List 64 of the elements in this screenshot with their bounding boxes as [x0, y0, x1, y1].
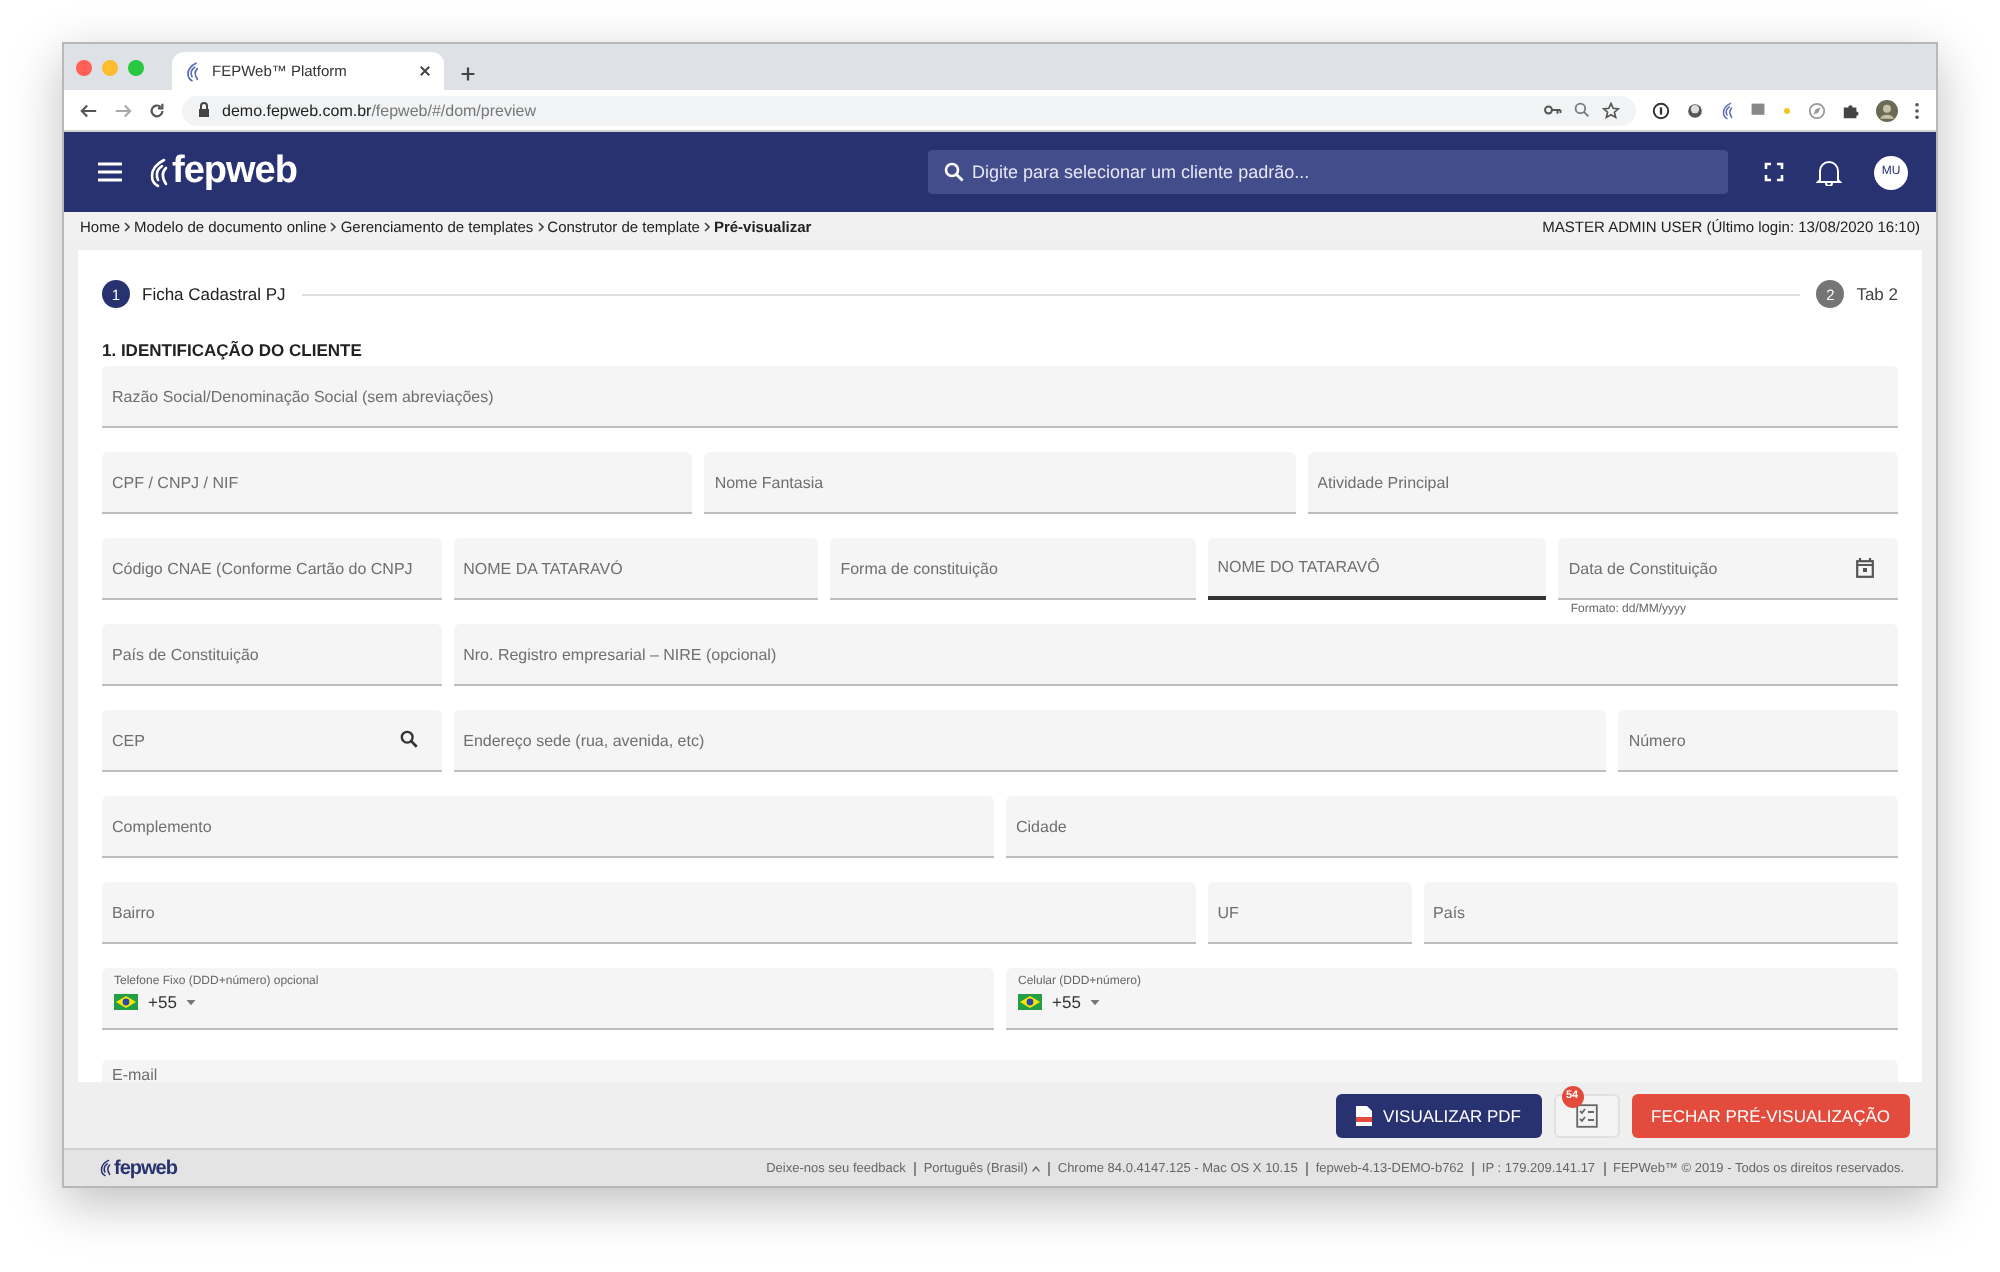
close-preview-button[interactable]: FECHAR PRÉ-VISUALIZAÇÃO — [1631, 1093, 1910, 1137]
search-field[interactable]: Digite para selecionar um cliente padrão... — [928, 150, 1728, 194]
dial-code: +55 — [148, 992, 177, 1012]
step-tab[interactable]: Ficha Cadastral PJ — [142, 284, 286, 304]
profile-avatar-icon[interactable] — [1876, 99, 1898, 121]
input-field[interactable]: Nome Fantasia — [704, 452, 1296, 514]
input-field[interactable]: País de Constituição — [102, 624, 442, 686]
fullscreen-icon[interactable] — [1764, 162, 1784, 182]
checklist-icon — [1575, 1102, 1597, 1128]
view-pdf-button[interactable]: VISUALIZAR PDF — [1335, 1093, 1541, 1137]
lock-icon — [198, 102, 210, 118]
input-field[interactable]: Código CNAE (Conforme Cartão do CNPJ — [102, 538, 442, 600]
address-field[interactable]: demo.fepweb.com.br/fepweb/#/dom/preview — [182, 95, 1636, 125]
calendar-icon[interactable] — [1856, 558, 1874, 578]
input-field[interactable]: Forma de constituição — [830, 538, 1196, 600]
reload-icon[interactable] — [148, 101, 166, 119]
section-title: 1. IDENTIFICAÇÃO DO CLIENTE — [102, 338, 364, 362]
pdf-file-icon — [1355, 1105, 1372, 1125]
chevron-icon — [537, 221, 544, 231]
compass-icon[interactable] — [1808, 101, 1826, 119]
search-icon[interactable] — [399, 730, 418, 748]
star-icon[interactable] — [1602, 101, 1620, 119]
more-vertical-icon[interactable] — [1914, 101, 1920, 119]
caret-icon[interactable] — [1090, 999, 1101, 1005]
flag-icon[interactable] — [1018, 994, 1042, 1010]
flag-icon[interactable] — [114, 994, 138, 1010]
input-field[interactable]: País — [1423, 882, 1898, 944]
close-icon[interactable] — [418, 64, 432, 78]
plus-icon[interactable] — [460, 66, 476, 82]
logo-text: fepweb — [172, 150, 297, 194]
input-field[interactable]: Atividade Principal — [1307, 452, 1898, 514]
logo-text: fepweb — [114, 1157, 177, 1179]
input-field[interactable]: E-mail — [102, 1059, 1898, 1082]
key-icon[interactable] — [1544, 104, 1562, 116]
input-field[interactable]: Endereço sede (rua, avenida, etc) — [453, 710, 1607, 772]
input-field[interactable]: UF — [1207, 882, 1412, 944]
square-icon[interactable] — [1750, 102, 1766, 118]
date-field[interactable]: Data de Constituição — [1558, 538, 1898, 600]
input-field[interactable]: CEP — [102, 710, 442, 772]
search-icon — [944, 162, 964, 182]
circle-icon[interactable] — [1686, 101, 1704, 119]
input-field[interactable]: Bairro — [102, 882, 1196, 944]
zoom-icon[interactable] — [1574, 102, 1590, 118]
step-tab[interactable]: Tab 2 — [1856, 284, 1898, 304]
caret-icon[interactable] — [186, 999, 197, 1005]
input-field[interactable]: Razão Social/Denominação Social (sem abreviações) — [102, 366, 1898, 428]
back-arrow-icon[interactable] — [80, 101, 98, 119]
input-field[interactable]: Complemento — [102, 796, 994, 858]
caret-up-icon[interactable] — [1031, 1165, 1040, 1171]
input-field[interactable]: Nro. Registro empresarial – NIRE (opcional) — [453, 624, 1898, 686]
input-field[interactable]: Cidade — [1006, 796, 1898, 858]
menu-icon[interactable] — [98, 162, 122, 182]
chevron-icon — [330, 221, 337, 231]
puzzle-icon[interactable] — [1842, 101, 1860, 119]
input-field[interactable]: NOME DO TATARAVÔ — [1207, 538, 1547, 600]
input-field[interactable]: NOME DA TATARAVÓ — [453, 538, 819, 600]
dot-icon[interactable] — [1782, 105, 1792, 115]
input-field[interactable]: CPF / CNPJ / NIF — [102, 452, 693, 514]
input-field[interactable]: Número — [1618, 710, 1898, 772]
info-circle-icon[interactable] — [1652, 101, 1670, 119]
chevron-icon — [124, 221, 131, 231]
chevron-icon — [703, 221, 710, 231]
bell-icon[interactable] — [1816, 158, 1842, 186]
dial-code: +55 — [1052, 992, 1081, 1012]
